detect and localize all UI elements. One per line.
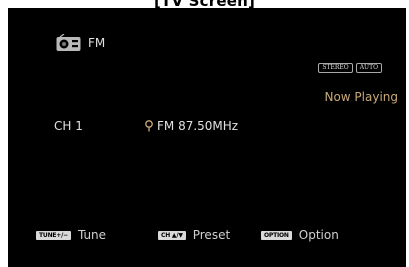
stereo-badge: STEREO — [318, 63, 353, 73]
tune-label: Tune — [77, 228, 107, 242]
now-playing-label: Now Playing — [324, 90, 398, 104]
preset-label: Preset — [192, 228, 231, 242]
source-label: FM — [88, 36, 106, 50]
option-label: Option — [298, 228, 339, 242]
channel-label: CH 1 — [54, 119, 83, 133]
option-hint: OPTION Option — [261, 228, 339, 242]
tune-hint: TUNE+/− Tune — [36, 228, 106, 242]
option-key: OPTION — [261, 230, 292, 240]
radio-icon — [56, 34, 81, 51]
preset-hint: CH ▲/▼ Preset — [158, 228, 230, 242]
tune-key: TUNE+/− — [36, 230, 71, 240]
auto-badge: AUTO — [355, 63, 382, 73]
station-info: FM 87.50MHz — [144, 119, 238, 133]
preset-key: CH ▲/▼ — [158, 230, 186, 240]
preset-pin-icon — [145, 120, 153, 132]
frequency-label: FM 87.50MHz — [157, 119, 239, 133]
tv-screen: FM STEREO AUTO Now Playing CH 1 FM 87.50… — [8, 8, 406, 267]
audio-badges: STEREO AUTO — [318, 63, 382, 73]
